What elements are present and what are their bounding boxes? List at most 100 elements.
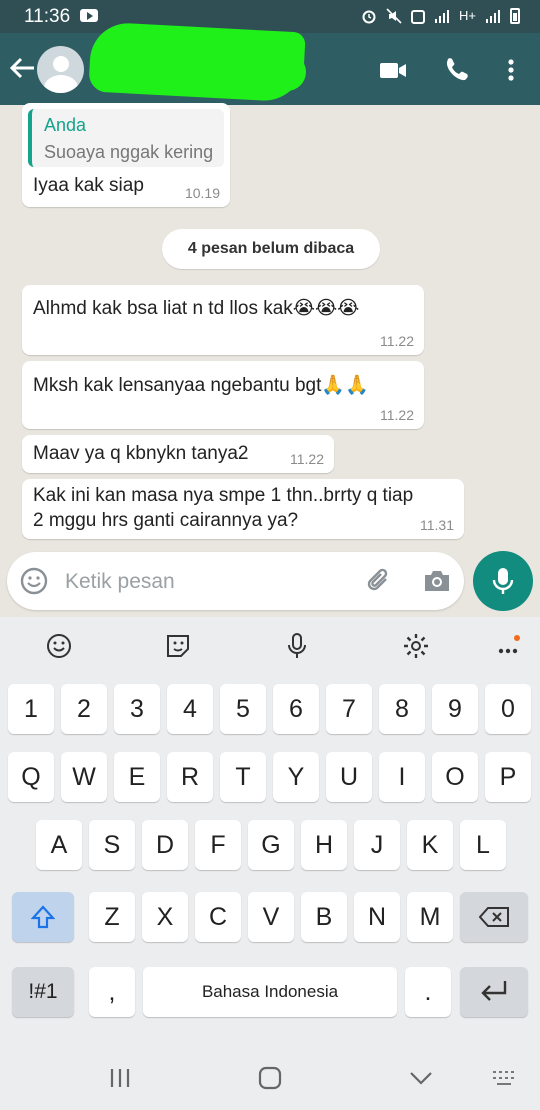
more-options-icon[interactable] [496,55,526,85]
comma-key[interactable]: , [89,967,135,1017]
key-r[interactable]: R [167,752,213,802]
key-s[interactable]: S [89,820,135,870]
key-7[interactable]: 7 [326,684,372,734]
voice-record-button[interactable] [473,551,533,611]
recent-apps-icon[interactable] [105,1065,135,1091]
video-call-icon[interactable] [378,55,408,85]
quoted-author: Anda [44,115,87,135]
incoming-message-bubble[interactable]: Mksh kak lensanyaa ngebantu bgt🙏🙏 11.22 [22,361,424,429]
incoming-message-bubble[interactable]: Kak ini kan masa nya smpe 1 thn..brrty q… [22,479,464,539]
keyboard-toolbar [0,617,540,673]
key-k[interactable]: K [407,820,453,870]
keyboard-switch-icon[interactable] [490,1065,520,1091]
key-t[interactable]: T [220,752,266,802]
key-q[interactable]: Q [8,752,54,802]
mute-icon [386,8,402,24]
status-icons: H+ [361,7,520,25]
voice-call-icon[interactable] [441,55,471,85]
shift-arrow-icon [31,905,55,929]
back-arrow-icon[interactable] [8,53,36,83]
message-text-line: Kak ini kan masa nya smpe 1 thn..brrty q… [33,485,414,506]
redaction-scribble [250,53,306,91]
key-4[interactable]: 4 [167,684,213,734]
key-h[interactable]: H [301,820,347,870]
key-9[interactable]: 9 [432,684,478,734]
camera-icon[interactable] [421,566,453,596]
key-p[interactable]: P [485,752,531,802]
message-time: 11.31 [420,517,454,533]
message-time: 11.22 [380,407,414,423]
enter-key[interactable] [460,967,528,1017]
attach-icon[interactable] [364,566,394,596]
key-1[interactable]: 1 [8,684,54,734]
incoming-message-bubble[interactable]: Alhmd kak bsa liat n td llos kak😭😭😭 11.2… [22,285,424,355]
key-y[interactable]: Y [273,752,319,802]
key-i[interactable]: I [379,752,425,802]
avatar[interactable] [37,46,84,93]
quoted-message[interactable]: Anda Suoaya nggak kering [28,109,224,167]
key-6[interactable]: 6 [273,684,319,734]
signal-icon-2 [486,10,500,23]
battery-icon [510,8,520,24]
system-navigation-bar [0,1045,540,1110]
backspace-key[interactable] [460,892,528,942]
key-8[interactable]: 8 [379,684,425,734]
message-text: Maav ya q kbnykn tanya2 [33,443,249,464]
quoted-text: Suoaya nggak kering [44,142,214,162]
hide-keyboard-icon[interactable] [406,1065,436,1091]
settings-gear-icon[interactable] [399,629,433,663]
message-text: Mksh kak lensanyaa ngebantu bgt🙏🙏 [33,375,369,396]
key-2[interactable]: 2 [61,684,107,734]
message-time: 11.22 [380,333,414,349]
more-options-icon[interactable] [493,629,527,663]
key-j[interactable]: J [354,820,400,870]
chat-header: Bu [0,21,540,105]
key-e[interactable]: E [114,752,160,802]
key-b[interactable]: B [301,892,347,942]
message-list[interactable]: Anda Suoaya nggak kering Iyaa kak siap 1… [0,103,540,615]
message-text: Iyaa kak siap [33,175,144,196]
emoji-icon[interactable] [19,566,49,596]
key-l[interactable]: L [460,820,506,870]
backspace-icon [479,907,509,927]
message-text-line: 2 mggu hrs ganti cairannya ya? [33,510,299,531]
signal-icon [435,10,450,23]
key-n[interactable]: N [354,892,400,942]
key-d[interactable]: D [142,820,188,870]
key-5[interactable]: 5 [220,684,266,734]
status-bar: 11:36 H+ [0,0,540,33]
home-icon[interactable] [255,1065,285,1091]
key-o[interactable]: O [432,752,478,802]
alarm-icon [362,10,376,24]
outgoing-message-bubble[interactable]: Anda Suoaya nggak kering Iyaa kak siap 1… [22,103,230,207]
message-time: 10.19 [184,185,220,201]
key-3[interactable]: 3 [114,684,160,734]
keyboard: 1 2 3 4 5 6 7 8 9 0 Q W E R T Y U I O P … [0,617,540,1110]
key-g[interactable]: G [248,820,294,870]
message-input[interactable] [63,562,347,602]
key-a[interactable]: A [36,820,82,870]
key-c[interactable]: C [195,892,241,942]
key-f[interactable]: F [195,820,241,870]
sticker-icon[interactable] [161,629,195,663]
unread-banner: 4 pesan belum dibaca [162,229,380,269]
key-u[interactable]: U [326,752,372,802]
key-w[interactable]: W [61,752,107,802]
key-v[interactable]: V [248,892,294,942]
key-0[interactable]: 0 [485,684,531,734]
youtube-notification-icon [80,9,98,22]
microphone-icon [492,568,514,594]
space-bar[interactable]: Bahasa Indonesia [143,967,397,1017]
message-text: Alhmd kak bsa liat n td llos kak😭😭😭 [33,298,360,319]
message-time: 11.22 [290,451,324,467]
symbols-key[interactable]: !#1 [12,967,74,1017]
shift-key[interactable] [12,892,74,942]
voice-input-icon[interactable] [280,629,314,663]
key-z[interactable]: Z [89,892,135,942]
key-m[interactable]: M [407,892,453,942]
status-time: 11:36 [24,6,71,27]
period-key[interactable]: . [405,967,451,1017]
emoji-keyboard-icon[interactable] [42,629,76,663]
key-x[interactable]: X [142,892,188,942]
incoming-message-bubble[interactable]: Maav ya q kbnykn tanya2 11.22 [22,435,334,473]
